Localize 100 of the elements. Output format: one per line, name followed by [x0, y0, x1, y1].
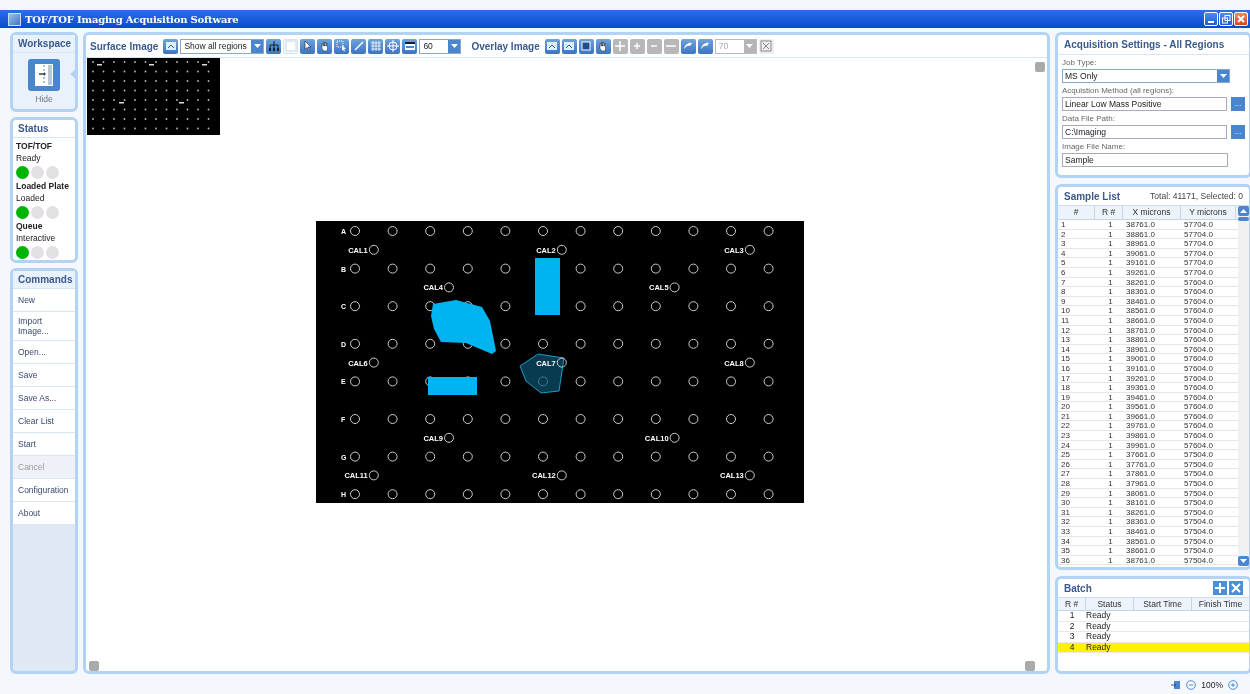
status-label: Queue [16, 220, 44, 232]
table-cell-text: Ready [1086, 642, 1112, 653]
table-cell-text: 28 [1060, 479, 1071, 489]
table-cell-text: 1 [1107, 411, 1114, 421]
table-cell-text: 57504.0 [1183, 555, 1214, 565]
table-cell-text: 57504.0 [1183, 536, 1214, 546]
status-label: TOF/TOF [16, 140, 54, 152]
table-cell-text: 35 [1060, 546, 1071, 556]
panel-title: Commands [13, 271, 75, 289]
table-cell-text: 1 [1107, 296, 1114, 306]
table-cell-text: 57704.0 [1183, 239, 1214, 249]
region-filter-dropdown[interactable]: Show all regions [180, 38, 265, 54]
table-cell-text: 1 [1107, 363, 1114, 373]
table-cell-text: 1 [1107, 498, 1114, 508]
command-button[interactable]: Save As... [13, 387, 75, 410]
table-cell-text: 19 [1060, 392, 1071, 402]
job-type-dropdown[interactable]: MS Only [1062, 69, 1230, 83]
command-button[interactable]: Save [13, 364, 75, 387]
table-cell-text: 2 [1060, 229, 1067, 239]
hide-button[interactable]: Hide [28, 58, 60, 104]
table-cell-text: 57604.0 [1183, 277, 1214, 287]
table-cell-text: 1 [1107, 421, 1114, 431]
browse-button[interactable]: ... [1231, 97, 1245, 111]
batch-row[interactable]: 2 Ready [1058, 621, 1249, 633]
column-header[interactable]: # [1058, 206, 1095, 219]
column-header[interactable]: R # [1058, 598, 1086, 610]
table-cell-text: 1 [1107, 287, 1114, 297]
command-button[interactable]: Configuration [13, 479, 75, 502]
table-cell-text: 38661.0 [1125, 546, 1156, 556]
table-cell-text: 1 [1107, 440, 1114, 450]
table-cell-text: 37761.0 [1125, 459, 1156, 469]
input-field[interactable]: C:\Imaging [1062, 125, 1228, 139]
table-cell-text: 5 [1060, 258, 1067, 268]
table-cell-text: 38261.0 [1125, 277, 1156, 287]
table-cell-text: 39061.0 [1125, 248, 1156, 258]
table-cell-text: 38461.0 [1125, 296, 1156, 306]
table-cell-text: 57504.0 [1183, 507, 1214, 517]
table-cell-text: 39261.0 [1125, 267, 1156, 277]
zoom-level: 100% [1201, 680, 1223, 690]
column-header[interactable]: R # [1095, 206, 1123, 219]
table-cell-text: 57604.0 [1183, 383, 1214, 393]
status-value: Interactive [16, 232, 57, 244]
column-header[interactable]: Y microns [1181, 206, 1236, 219]
table-cell-text: 57704.0 [1183, 267, 1214, 277]
command-button[interactable]: Start [13, 433, 75, 456]
table-cell-text: 57504.0 [1183, 450, 1214, 460]
table-cell-text: 39661.0 [1125, 411, 1156, 421]
table-cell-text: 1 [1107, 306, 1114, 316]
field-label: Data File Path: [1062, 113, 1116, 125]
table-cell-text: 1 [1107, 344, 1114, 354]
table-cell-text: 57604.0 [1183, 411, 1214, 421]
table-cell-text: 57704.0 [1183, 258, 1214, 268]
command-button[interactable]: New [13, 289, 75, 312]
table-cell-text: 8 [1060, 287, 1067, 297]
table-cell-text: 1 [1107, 402, 1114, 412]
input-field[interactable]: Linear Low Mass Positive [1062, 97, 1228, 111]
table-cell-text: 39461.0 [1125, 392, 1156, 402]
column-header[interactable]: X microns [1123, 206, 1181, 219]
table-cell-text: 14 [1060, 344, 1071, 354]
command-button[interactable]: Clear List [13, 410, 75, 433]
table-cell-text: 1 [1107, 325, 1114, 335]
command-button[interactable]: Import Image... [13, 312, 75, 341]
table-cell-text: 39161.0 [1125, 363, 1156, 373]
batch-row[interactable]: 4 Ready [1058, 642, 1249, 654]
command-button[interactable]: About [13, 502, 75, 525]
table-cell-text: 38861.0 [1125, 229, 1156, 239]
table-cell-text: 57604.0 [1183, 335, 1214, 345]
zoom-dropdown[interactable]: 60 [419, 38, 462, 54]
status-value: Ready [16, 152, 42, 164]
table-cell-text: 1 [1107, 431, 1114, 441]
table-cell-text: 36 [1060, 555, 1071, 565]
table-cell-text: 38561.0 [1125, 306, 1156, 316]
table-cell-text: 57604.0 [1183, 421, 1214, 431]
table-cell-text: 57704.0 [1183, 248, 1214, 258]
table-cell-text: 1 [1107, 450, 1114, 460]
table-cell-text: 27 [1060, 469, 1071, 479]
column-header[interactable]: Finish Time [1192, 598, 1250, 610]
table-cell-text: 38961.0 [1125, 239, 1156, 249]
status-value: Loaded [16, 192, 46, 204]
panel-title: Status [13, 120, 75, 138]
table-cell-text: Ready [1086, 611, 1112, 621]
table-cell-text: 57604.0 [1183, 363, 1214, 373]
table-cell-text: 57504.0 [1183, 527, 1214, 536]
table-cell-text: 1 [1107, 373, 1114, 383]
browse-button[interactable]: ... [1231, 125, 1245, 139]
table-cell-text: 38061.0 [1125, 488, 1156, 498]
input-field[interactable]: Sample [1062, 153, 1228, 167]
table-cell-text: 18 [1060, 383, 1071, 393]
command-button[interactable]: Open... [13, 341, 75, 364]
column-header[interactable]: Status [1086, 598, 1134, 610]
table-cell-text: 32 [1060, 517, 1071, 527]
table-cell-text: 15 [1060, 354, 1071, 364]
window-title: TOF/TOF Imaging Acquisition Software [25, 13, 240, 25]
batch-row[interactable]: 1 Ready [1058, 611, 1249, 622]
table-cell-text: 38461.0 [1125, 527, 1156, 536]
column-header[interactable]: Start Time [1134, 598, 1192, 610]
table-cell-text: 1 [1107, 277, 1114, 287]
table-cell-text: 2 [1068, 621, 1076, 632]
batch-row[interactable]: 3 Ready [1058, 632, 1249, 643]
table-cell-text: 1 [1107, 239, 1114, 249]
